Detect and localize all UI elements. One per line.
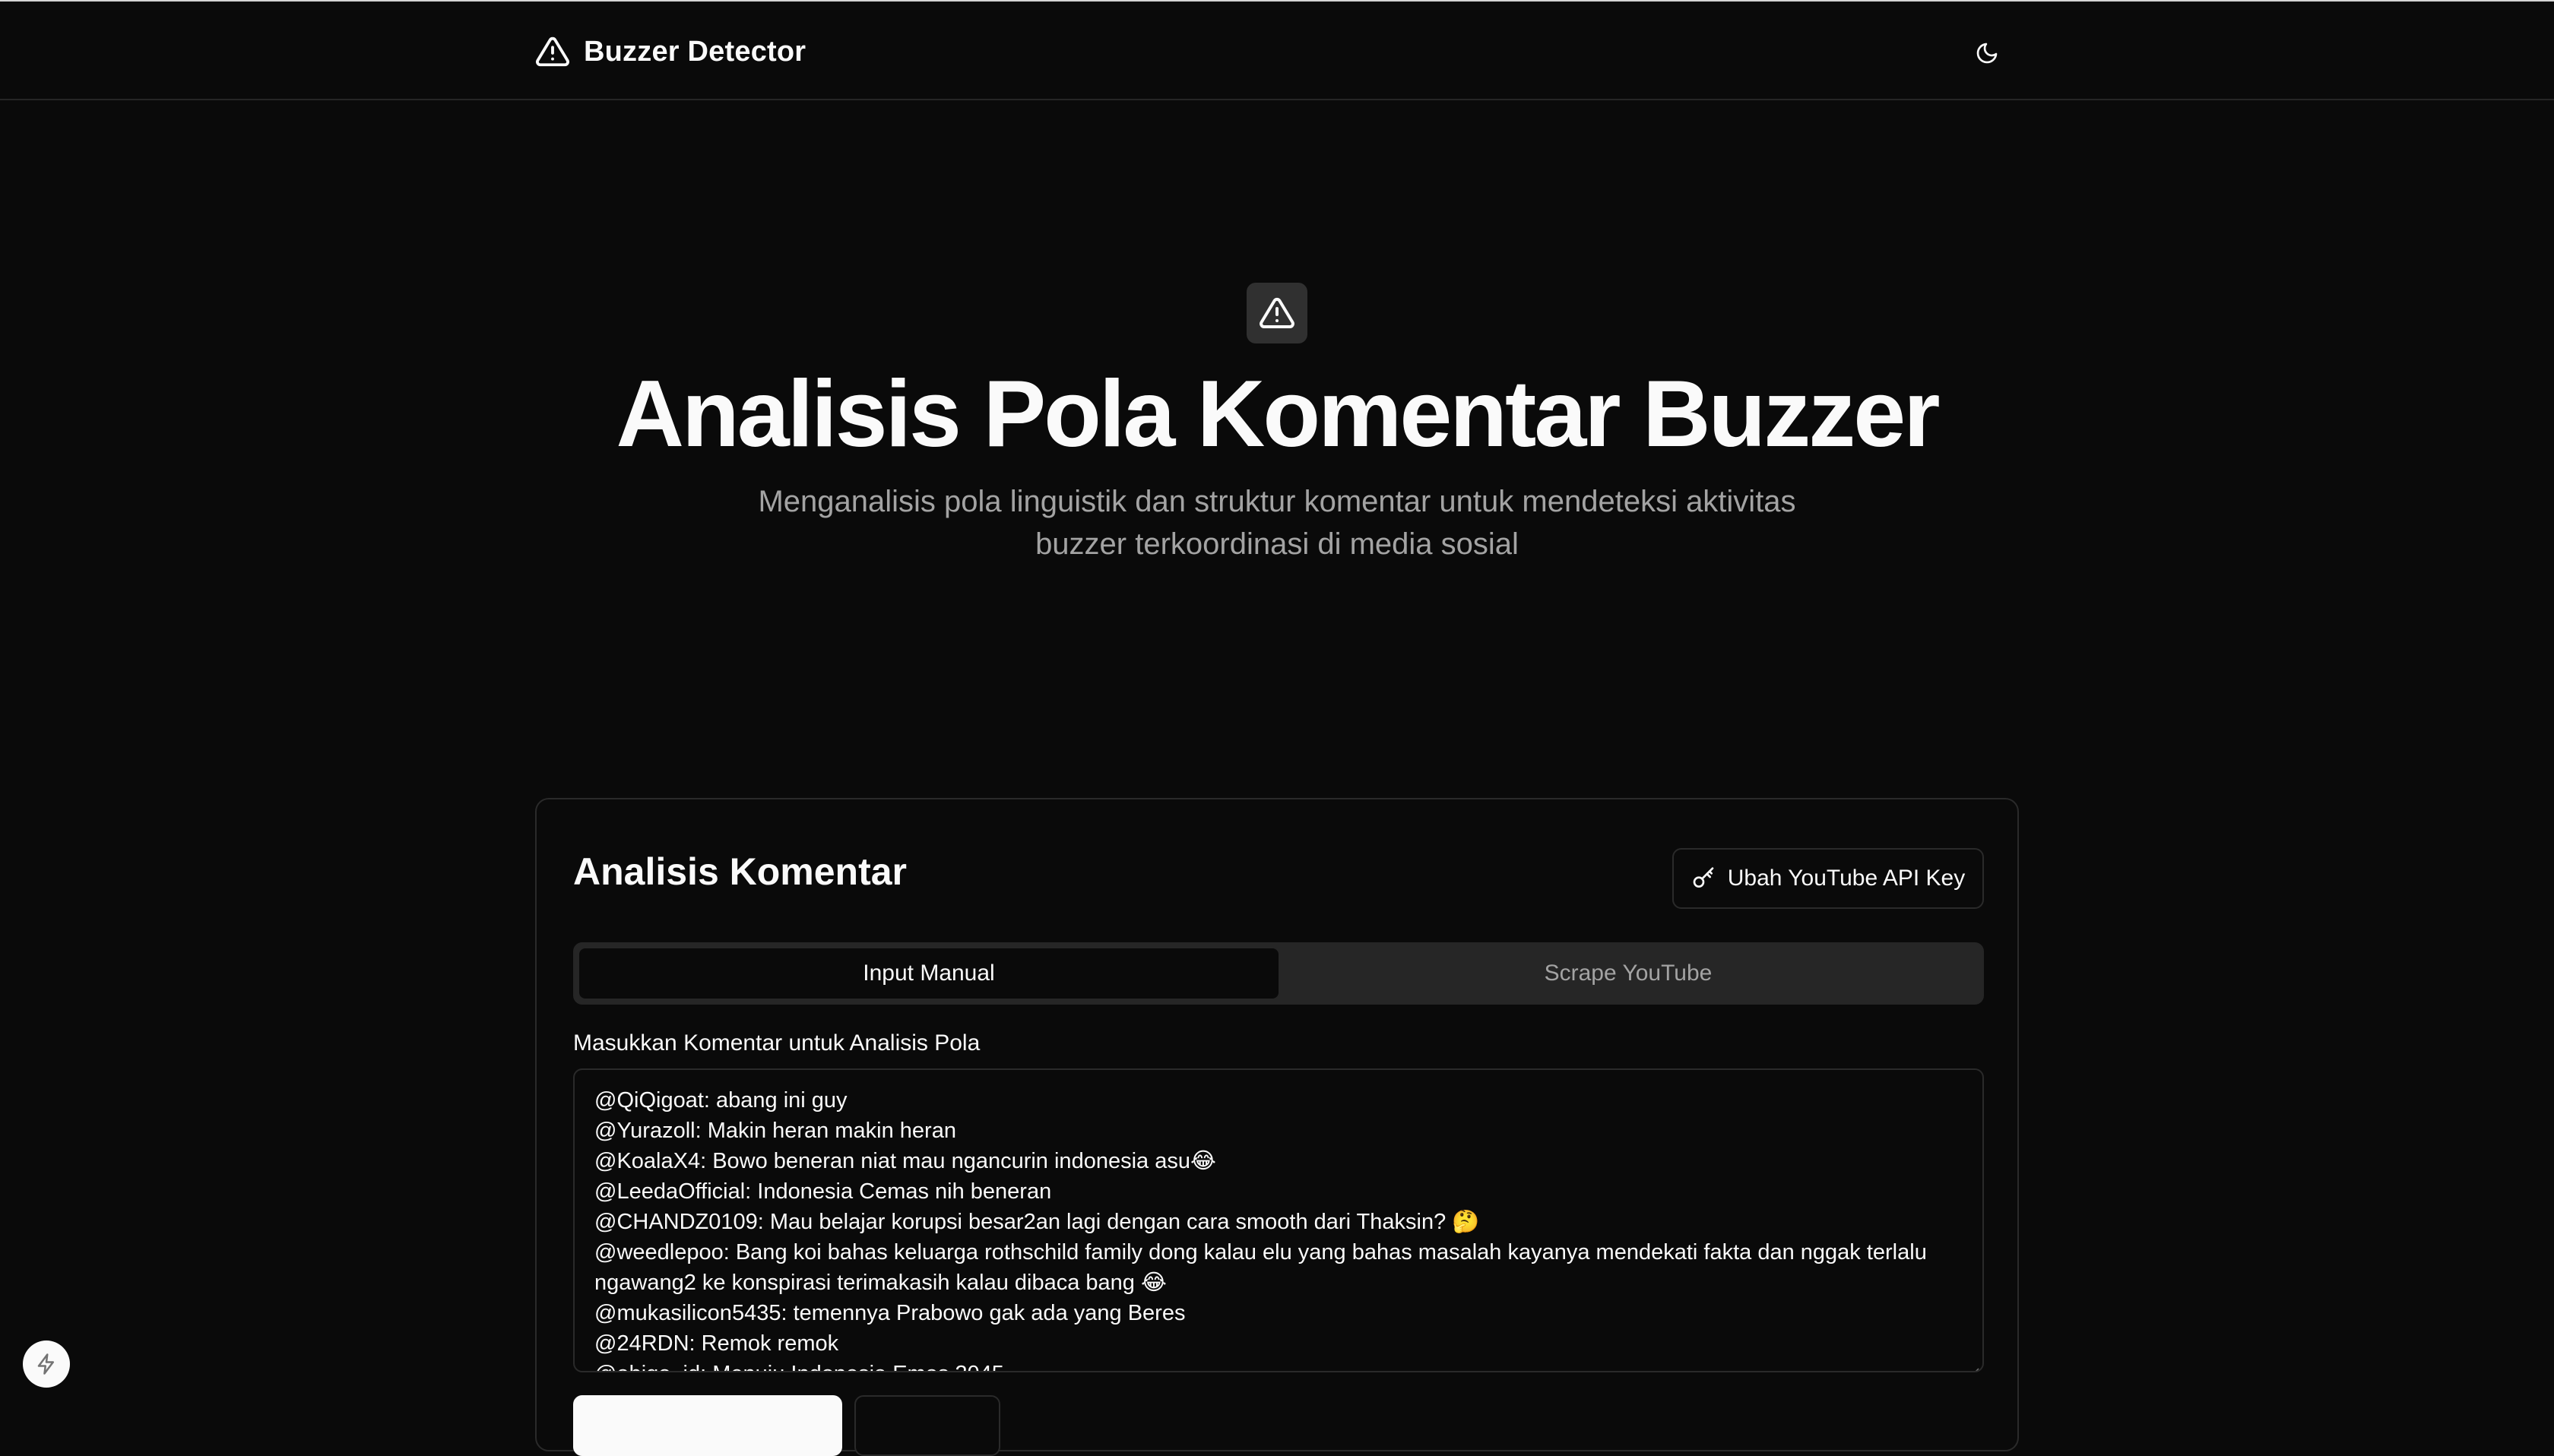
brand[interactable]: Buzzer Detector: [535, 32, 806, 71]
comment-line: @Yurazoll: Makin heran makin heran: [594, 1119, 956, 1143]
hero-icon-box: [1247, 283, 1307, 343]
alert-triangle-icon: [535, 34, 570, 69]
tab-input-manual[interactable]: Input Manual: [579, 948, 1279, 999]
comments-field-label: Masukkan Komentar untuk Analisis Pola: [573, 1030, 981, 1056]
moon-icon: [1975, 41, 1999, 65]
comment-line: @abigo_id: Menuju Indonesia Emas 2045: [594, 1359, 1963, 1371]
comment-line: @KoalaX4: Bowo beneran niat mau ngancuri…: [594, 1149, 1216, 1173]
resize-grip-icon[interactable]: [1967, 1356, 1979, 1371]
comment-line: @weedlepoo: Bang koi bahas keluarga roth…: [594, 1240, 1927, 1295]
theme-toggle-button[interactable]: [1966, 32, 2008, 74]
page-title: Analisis Pola Komentar Buzzer: [616, 362, 1940, 467]
page-subtitle: Menganalisis pola linguistik dan struktu…: [758, 485, 1796, 561]
comment-line: @CHANDZ0109: Mau belajar korupsi besar2a…: [594, 1210, 1480, 1234]
analysis-card: Analisis Komentar Ubah YouTube API Key I…: [535, 798, 2019, 1456]
alert-triangle-icon: [1259, 295, 1295, 331]
floating-action-button[interactable]: [23, 1340, 70, 1388]
comment-line: @QiQigoat: abang ini guy: [594, 1088, 848, 1113]
change-api-key-button[interactable]: Ubah YouTube API Key: [1672, 848, 1984, 909]
analyze-button[interactable]: [573, 1395, 842, 1456]
input-mode-tabs: Input Manual Scrape YouTube: [573, 942, 1984, 1005]
lightning-bolt-icon: [35, 1353, 58, 1375]
change-api-key-label: Ubah YouTube API Key: [1727, 866, 1966, 891]
comment-line: @24RDN: Remok remok: [594, 1331, 839, 1356]
comment-line: @mukasilicon5435: temennya Prabowo gak a…: [594, 1301, 1186, 1325]
comment-line: @LeedaOfficial: Indonesia Cemas nih bene…: [594, 1179, 1052, 1204]
secondary-button[interactable]: [854, 1395, 1000, 1456]
navbar: Buzzer Detector: [0, 2, 2554, 100]
card-title: Analisis Komentar: [573, 850, 908, 893]
tab-scrape-youtube[interactable]: Scrape YouTube: [1279, 948, 1978, 999]
comments-textarea[interactable]: @QiQigoat: abang ini guy @Yurazoll: Maki…: [573, 1068, 1984, 1372]
key-icon: [1691, 866, 1716, 891]
brand-name: Buzzer Detector: [584, 35, 806, 68]
